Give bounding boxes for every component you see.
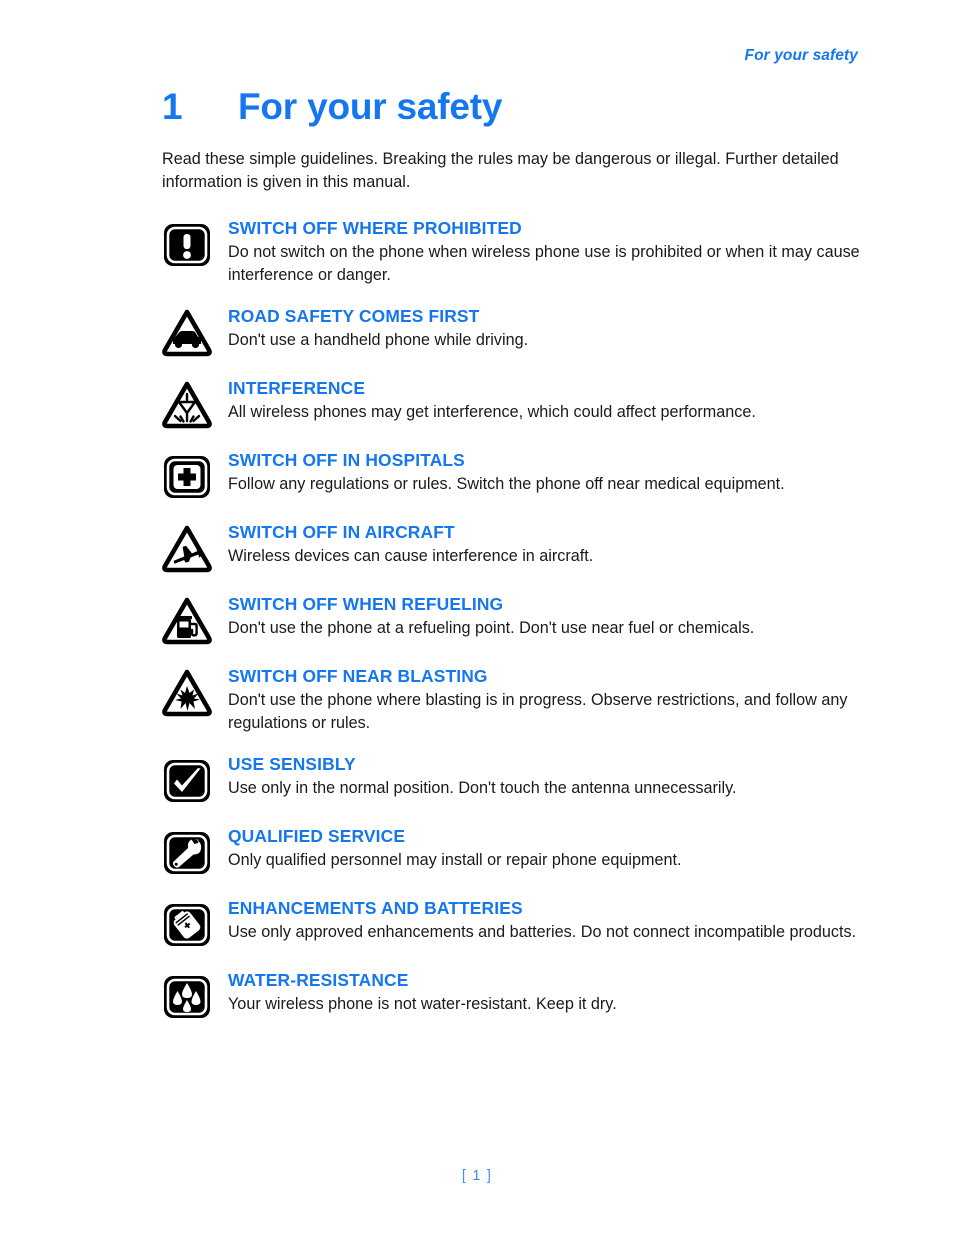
safety-heading: SWITCH OFF IN HOSPITALS [228, 450, 465, 470]
airplane-triangle-icon [162, 524, 212, 574]
safety-heading: SWITCH OFF IN AIRCRAFT [228, 522, 455, 542]
document-page: For your safety 1 For your safety Read t… [0, 0, 954, 1248]
list-item-text: SWITCH OFF IN AIRCRAFT Wireless devices … [228, 520, 862, 568]
list-item: SWITCH OFF NEAR BLASTING Don't use the p… [162, 664, 862, 734]
page-number-footer: [ 1 ] [461, 1168, 493, 1184]
safety-body: Don't use the phone where blasting is in… [228, 691, 848, 732]
chapter-number: 1 [162, 86, 183, 127]
car-triangle-icon [162, 308, 212, 358]
safety-body: Use only approved enhancements and batte… [228, 923, 857, 941]
list-item: QUALIFIED SERVICE Only qualified personn… [162, 824, 862, 878]
safety-heading: SWITCH OFF WHERE PROHIBITED [228, 218, 522, 238]
safety-heading: QUALIFIED SERVICE [228, 826, 406, 846]
water-drops-rounded-square-icon [162, 972, 212, 1022]
list-item-text: SWITCH OFF WHEN REFUELING Don't use the … [228, 592, 862, 640]
intro-paragraph: Read these simple guidelines. Breaking t… [162, 150, 839, 191]
checkmark-rounded-square-icon [162, 756, 212, 806]
list-item-text: SWITCH OFF NEAR BLASTING Don't use the p… [228, 664, 862, 734]
safety-guidelines-list: SWITCH OFF WHERE PROHIBITED Do not switc… [162, 216, 862, 1040]
list-item: ENHANCEMENTS AND BATTERIES Use only appr… [162, 896, 862, 950]
safety-heading: SWITCH OFF WHEN REFUELING [228, 594, 504, 614]
list-item: WATER-RESISTANCE Your wireless phone is … [162, 968, 862, 1022]
list-item: SWITCH OFF IN AIRCRAFT Wireless devices … [162, 520, 862, 574]
list-item-text: SWITCH OFF IN HOSPITALS Follow any regul… [228, 448, 862, 496]
exclamation-rounded-square-icon [162, 220, 212, 270]
safety-body: All wireless phones may get interference… [228, 403, 756, 421]
list-item: SWITCH OFF WHERE PROHIBITED Do not switc… [162, 216, 862, 286]
safety-heading: USE SENSIBLY [228, 754, 356, 774]
chapter-name: For your safety [238, 86, 503, 127]
safety-body: Wireless devices can cause interference … [228, 547, 594, 565]
safety-heading: SWITCH OFF NEAR BLASTING [228, 666, 488, 686]
hospital-cross-rounded-square-icon [162, 452, 212, 502]
safety-body: Follow any regulations or rules. Switch … [228, 475, 785, 493]
battery-rounded-square-icon [162, 900, 212, 950]
safety-body: Only qualified personnel may install or … [228, 851, 682, 869]
safety-heading: ENHANCEMENTS AND BATTERIES [228, 898, 523, 918]
safety-body: Your wireless phone is not water-resista… [228, 995, 617, 1013]
fuel-pump-triangle-icon [162, 596, 212, 646]
antenna-interference-triangle-icon [162, 380, 212, 430]
safety-heading: ROAD SAFETY COMES FIRST [228, 306, 480, 326]
safety-body: Don't use a handheld phone while driving… [228, 331, 529, 349]
list-item: SWITCH OFF WHEN REFUELING Don't use the … [162, 592, 862, 646]
wrench-rounded-square-icon [162, 828, 212, 878]
list-item: INTERFERENCE All wireless phones may get… [162, 376, 862, 430]
safety-body: Use only in the normal position. Don't t… [228, 779, 737, 797]
list-item-text: WATER-RESISTANCE Your wireless phone is … [228, 968, 862, 1016]
list-item-text: USE SENSIBLY Use only in the normal posi… [228, 752, 862, 800]
safety-heading: WATER-RESISTANCE [228, 970, 409, 990]
list-item-text: SWITCH OFF WHERE PROHIBITED Do not switc… [228, 216, 862, 286]
running-header: For your safety [744, 47, 858, 64]
list-item: USE SENSIBLY Use only in the normal posi… [162, 752, 862, 806]
explosion-blasting-triangle-icon [162, 668, 212, 718]
list-item: ROAD SAFETY COMES FIRST Don't use a hand… [162, 304, 862, 358]
page-title: 1 For your safety [162, 86, 864, 128]
safety-body: Do not switch on the phone when wireless… [228, 243, 860, 284]
list-item-text: ROAD SAFETY COMES FIRST Don't use a hand… [228, 304, 862, 352]
safety-body: Don't use the phone at a refueling point… [228, 619, 755, 637]
list-item-text: ENHANCEMENTS AND BATTERIES Use only appr… [228, 896, 862, 944]
list-item: SWITCH OFF IN HOSPITALS Follow any regul… [162, 448, 862, 502]
safety-heading: INTERFERENCE [228, 378, 366, 398]
list-item-text: INTERFERENCE All wireless phones may get… [228, 376, 862, 424]
list-item-text: QUALIFIED SERVICE Only qualified personn… [228, 824, 862, 872]
